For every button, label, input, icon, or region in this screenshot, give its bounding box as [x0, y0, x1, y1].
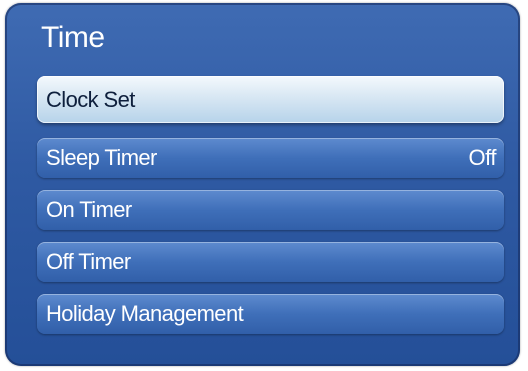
time-menu-panel: Time Clock Set Sleep Timer Off On Timer …	[5, 3, 520, 366]
menu-item-off-timer[interactable]: Off Timer	[37, 242, 504, 282]
menu-item-label: Off Timer	[46, 249, 131, 274]
menu-item-value: Off	[468, 145, 497, 170]
menu-item-sleep-timer[interactable]: Sleep Timer Off	[37, 138, 504, 178]
time-menu-list: Clock Set Sleep Timer Off On Timer Off T…	[37, 76, 504, 346]
menu-item-on-timer[interactable]: On Timer	[37, 190, 504, 230]
menu-item-label: Sleep Timer	[46, 145, 157, 170]
menu-item-clock-set[interactable]: Clock Set	[37, 76, 504, 123]
menu-item-holiday-management[interactable]: Holiday Management	[37, 294, 504, 334]
menu-item-label: Clock Set	[46, 86, 135, 112]
menu-item-label: On Timer	[46, 197, 132, 222]
panel-title: Time	[41, 21, 105, 54]
menu-item-label: Holiday Management	[46, 301, 244, 326]
